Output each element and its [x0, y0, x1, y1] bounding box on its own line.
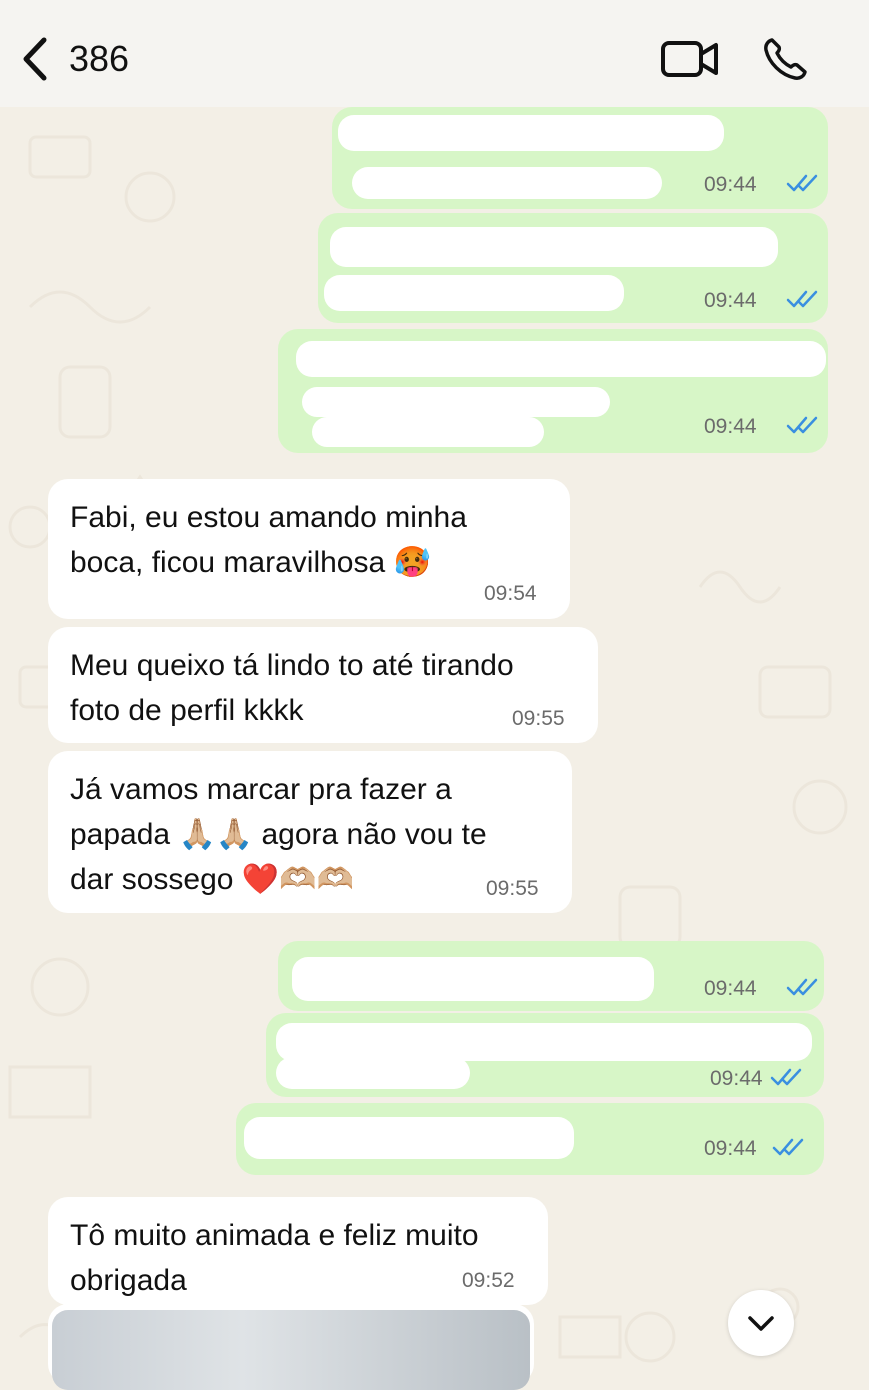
message-time: 09:54 [484, 582, 537, 605]
message-text: Tô muito animada e feliz muito obrigada [70, 1219, 479, 1297]
message-time: 09:44 [704, 1137, 757, 1160]
chat-header: 386 [0, 0, 869, 107]
message-time: 09:44 [704, 415, 757, 438]
message-time: 09:52 [462, 1269, 515, 1292]
phone-icon[interactable] [762, 36, 810, 82]
message-time: 09:44 [704, 289, 757, 312]
incoming-message-bubble[interactable]: Meu queixo tá lindo to até tirando foto … [48, 627, 598, 743]
double-check-icon [786, 174, 818, 192]
scroll-to-bottom-button[interactable] [728, 1290, 794, 1356]
chat-area[interactable]: 09:44 09:44 09:44 Fabi, eu estou amando … [0, 107, 869, 1372]
outgoing-message-bubble[interactable]: 09:44 [278, 941, 824, 1011]
message-time: 09:44 [704, 977, 757, 1000]
redacted-text [302, 387, 610, 417]
redacted-text [244, 1117, 574, 1159]
message-text: Fabi, eu estou amando minha boca, ficou … [70, 501, 467, 579]
message-time: 09:44 [710, 1067, 763, 1090]
chevron-left-icon[interactable] [18, 36, 52, 82]
double-check-icon [786, 978, 818, 996]
message-text: Já vamos marcar pra fazer a papada 🙏🏼🙏🏼 … [70, 773, 487, 896]
message-time: 09:55 [486, 877, 539, 900]
photo-thumbnail[interactable] [52, 1310, 530, 1390]
message-time: 09:55 [512, 707, 565, 730]
message-text: Meu queixo tá lindo to até tirando foto … [70, 649, 514, 727]
incoming-message-bubble[interactable]: Fabi, eu estou amando minha boca, ficou … [48, 479, 570, 619]
double-check-icon [770, 1068, 802, 1086]
redacted-text [330, 227, 778, 267]
redacted-text [338, 115, 724, 151]
redacted-text [312, 417, 544, 447]
double-check-icon [786, 416, 818, 434]
redacted-text [352, 167, 662, 199]
incoming-message-bubble[interactable]: Tô muito animada e feliz muito obrigada … [48, 1197, 548, 1305]
redacted-text [324, 275, 624, 311]
redacted-text [276, 1057, 470, 1089]
double-check-icon [786, 290, 818, 308]
outgoing-message-bubble[interactable]: 09:44 [236, 1103, 824, 1175]
chevron-down-icon [748, 1316, 774, 1331]
contact-name[interactable]: 386 [69, 38, 129, 80]
outgoing-message-bubble[interactable]: 09:44 [278, 329, 828, 453]
redacted-text [292, 957, 654, 1001]
redacted-text [276, 1023, 812, 1061]
incoming-message-bubble[interactable]: Já vamos marcar pra fazer a papada 🙏🏼🙏🏼 … [48, 751, 572, 913]
redacted-text [296, 341, 826, 377]
outgoing-message-bubble[interactable]: 09:44 [332, 107, 828, 209]
video-camera-icon[interactable] [660, 38, 720, 80]
outgoing-message-bubble[interactable]: 09:44 [318, 213, 828, 323]
double-check-icon [772, 1138, 804, 1156]
outgoing-message-bubble[interactable]: 09:44 [266, 1013, 824, 1097]
message-time: 09:44 [704, 173, 757, 196]
